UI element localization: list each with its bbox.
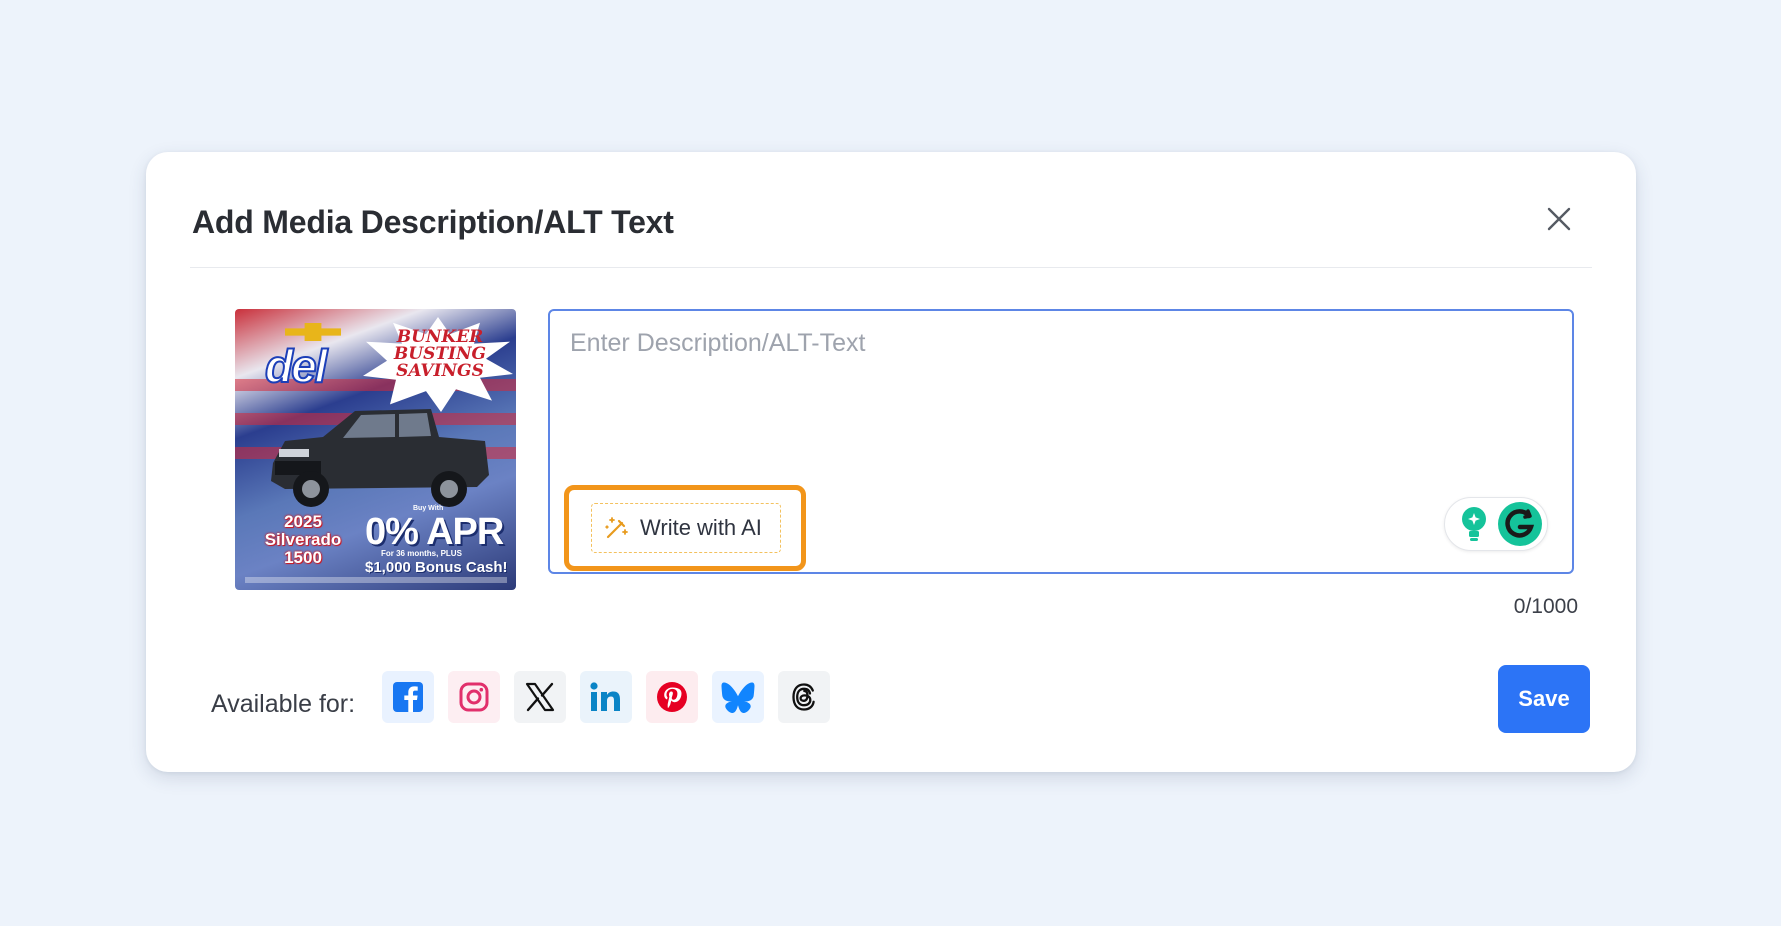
media-thumbnail: del BUNKER BUSTING SAVINGS 2025 Silverad…: [235, 309, 516, 590]
vehicle-model: 2025 Silverado 1500: [264, 512, 342, 567]
platform-facebook[interactable]: [382, 671, 434, 723]
platform-instagram[interactable]: [448, 671, 500, 723]
close-button[interactable]: [1542, 202, 1576, 236]
description-box: Write with AI: [548, 309, 1574, 574]
grammarly-icon: [1498, 502, 1542, 546]
header-divider: [190, 267, 1592, 268]
platform-list: [382, 671, 830, 723]
threads-icon: [792, 683, 815, 711]
media-description-modal: Add Media Description/ALT Text del BUNKE…: [146, 152, 1636, 772]
promo-headline: BUNKER BUSTING SAVINGS: [393, 327, 487, 381]
truck-image: [271, 409, 489, 507]
platform-linkedin[interactable]: [580, 671, 632, 723]
fine-print: [245, 577, 507, 583]
write-with-ai-label: Write with AI: [640, 515, 762, 540]
write-with-ai-button[interactable]: Write with AI: [591, 503, 781, 553]
instagram-icon: [459, 682, 489, 712]
char-counter: 0/1000: [1513, 595, 1578, 618]
save-button[interactable]: Save: [1498, 665, 1590, 733]
apr-offer: 0% APR: [365, 511, 504, 553]
available-for-label: Available for:: [211, 690, 356, 718]
write-with-ai-highlight: Write with AI: [564, 485, 806, 571]
x-icon: [525, 682, 555, 712]
bluesky-icon: [721, 682, 755, 713]
platform-bluesky[interactable]: [712, 671, 764, 723]
apr-terms: For 36 months, PLUS: [381, 549, 462, 558]
facebook-icon: [393, 682, 423, 712]
platform-pinterest[interactable]: [646, 671, 698, 723]
platform-threads[interactable]: [778, 671, 830, 723]
platform-x[interactable]: [514, 671, 566, 723]
lightbulb-icon: [1462, 507, 1486, 541]
linkedin-icon: [590, 682, 620, 711]
dealer-logo: del: [264, 339, 329, 393]
close-icon: [1547, 207, 1571, 231]
magic-wand-icon: [605, 517, 628, 539]
bonus-offer: $1,000 Bonus Cash!: [365, 559, 508, 576]
modal-title: Add Media Description/ALT Text: [192, 204, 674, 240]
grammarly-widget[interactable]: [1444, 497, 1548, 551]
description-input[interactable]: [550, 311, 1572, 461]
pinterest-icon: [657, 682, 687, 712]
